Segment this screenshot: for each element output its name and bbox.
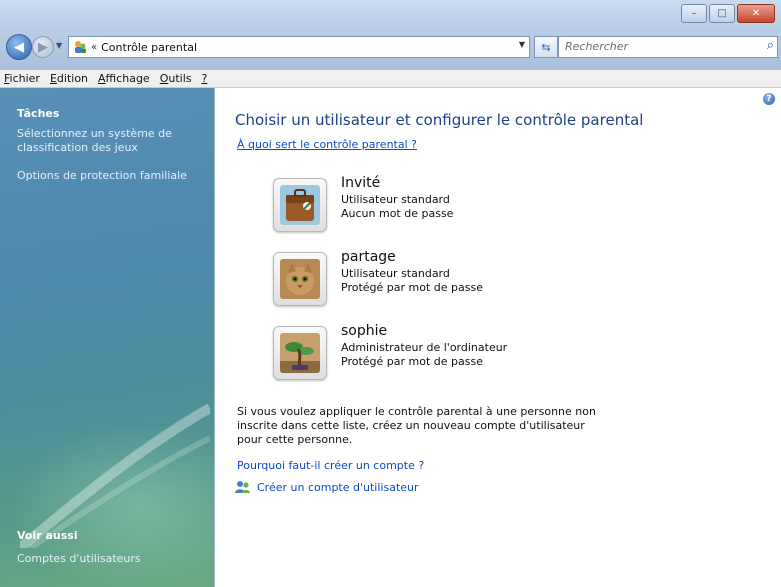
breadcrumb-chevron-icon[interactable]: « <box>91 42 97 53</box>
see-also-heading: Voir aussi <box>17 529 78 542</box>
bonsai-avatar-icon <box>280 333 320 373</box>
close-button[interactable]: ✕ <box>737 4 775 23</box>
tasks-heading: Tâches <box>17 107 60 120</box>
maximize-button[interactable]: □ <box>709 4 735 23</box>
what-is-parental-control-link[interactable]: À quoi sert le contrôle parental ? <box>237 138 417 151</box>
decorative-swoosh <box>20 403 210 548</box>
user-name: Invité <box>341 175 381 191</box>
menu-help[interactable]: ? <box>197 72 213 85</box>
user-account-type: Utilisateur standard <box>341 193 450 206</box>
users-icon <box>235 480 251 494</box>
control-panel-icon <box>73 40 87 54</box>
user-tile-sophie[interactable]: sophie Administrateur de l'ordinateur Pr… <box>273 323 573 386</box>
user-accounts-link[interactable]: Comptes d'utilisateurs <box>17 552 207 566</box>
user-password-status: Aucun mot de passe <box>341 207 454 220</box>
address-dropdown-icon[interactable]: ▼ <box>519 40 525 49</box>
create-account-link[interactable]: Créer un compte d'utilisateur <box>257 481 419 494</box>
forward-button[interactable]: ▶ <box>32 36 54 58</box>
refresh-button[interactable]: ⇆ <box>534 36 558 58</box>
user-account-type: Administrateur de l'ordinateur <box>341 341 508 354</box>
window-controls: – □ ✕ <box>681 4 775 23</box>
task-pane: Tâches Sélectionnez un système de classi… <box>0 88 215 587</box>
family-safety-options-link[interactable]: Options de protection familiale <box>17 169 207 183</box>
why-create-account-link[interactable]: Pourquoi faut-il créer un compte ? <box>237 459 424 472</box>
page-title: Choisir un utilisateur et configurer le … <box>235 111 644 129</box>
help-icon[interactable]: ? <box>763 93 775 105</box>
create-account-action[interactable]: Créer un compte d'utilisateur <box>235 480 419 494</box>
search-placeholder: Rechercher <box>565 40 629 53</box>
user-name: sophie <box>341 323 388 339</box>
minimize-button[interactable]: – <box>681 4 707 23</box>
user-password-status: Protégé par mot de passe <box>341 355 483 368</box>
user-picture-frame <box>273 252 327 306</box>
menu-edition[interactable]: Edition <box>45 72 93 85</box>
game-rating-link[interactable]: Sélectionnez un système de classificatio… <box>17 127 207 155</box>
window-chrome: – □ ✕ ◀ ▶ ▼ « Contrôle parental ▼ ⇆ Rech… <box>0 0 781 70</box>
address-bar[interactable]: « Contrôle parental ▼ <box>68 36 530 58</box>
user-picture-frame <box>273 178 327 232</box>
history-dropdown-icon[interactable]: ▼ <box>56 41 62 50</box>
user-name: partage <box>341 249 396 265</box>
menu-bar: Fichier Edition Affichage Outils ? <box>0 70 781 88</box>
content-pane: ? Choisir un utilisateur et configurer l… <box>215 88 781 587</box>
suitcase-avatar-icon <box>280 185 320 225</box>
explorer-window: – □ ✕ ◀ ▶ ▼ « Contrôle parental ▼ ⇆ Rech… <box>0 0 781 587</box>
search-icon[interactable]: ⌕ <box>767 38 774 53</box>
search-input[interactable]: Rechercher ⌕ <box>558 36 778 58</box>
user-account-type: Utilisateur standard <box>341 267 450 280</box>
navigation-bar: ◀ ▶ ▼ « Contrôle parental ▼ ⇆ Rechercher… <box>6 34 778 60</box>
breadcrumb-current[interactable]: Contrôle parental <box>101 41 197 54</box>
user-picture-frame <box>273 326 327 380</box>
kitten-avatar-icon <box>280 259 320 299</box>
back-button[interactable]: ◀ <box>6 34 32 60</box>
user-tile-partage[interactable]: partage Utilisateur standard Protégé par… <box>273 249 573 312</box>
user-tile-invite[interactable]: Invité Utilisateur standard Aucun mot de… <box>273 175 573 238</box>
user-password-status: Protégé par mot de passe <box>341 281 483 294</box>
info-text: Si vous voulez appliquer le contrôle par… <box>237 405 596 446</box>
menu-affichage[interactable]: Affichage <box>93 72 155 85</box>
menu-fichier[interactable]: Fichier <box>0 72 45 85</box>
menu-outils[interactable]: Outils <box>155 72 197 85</box>
